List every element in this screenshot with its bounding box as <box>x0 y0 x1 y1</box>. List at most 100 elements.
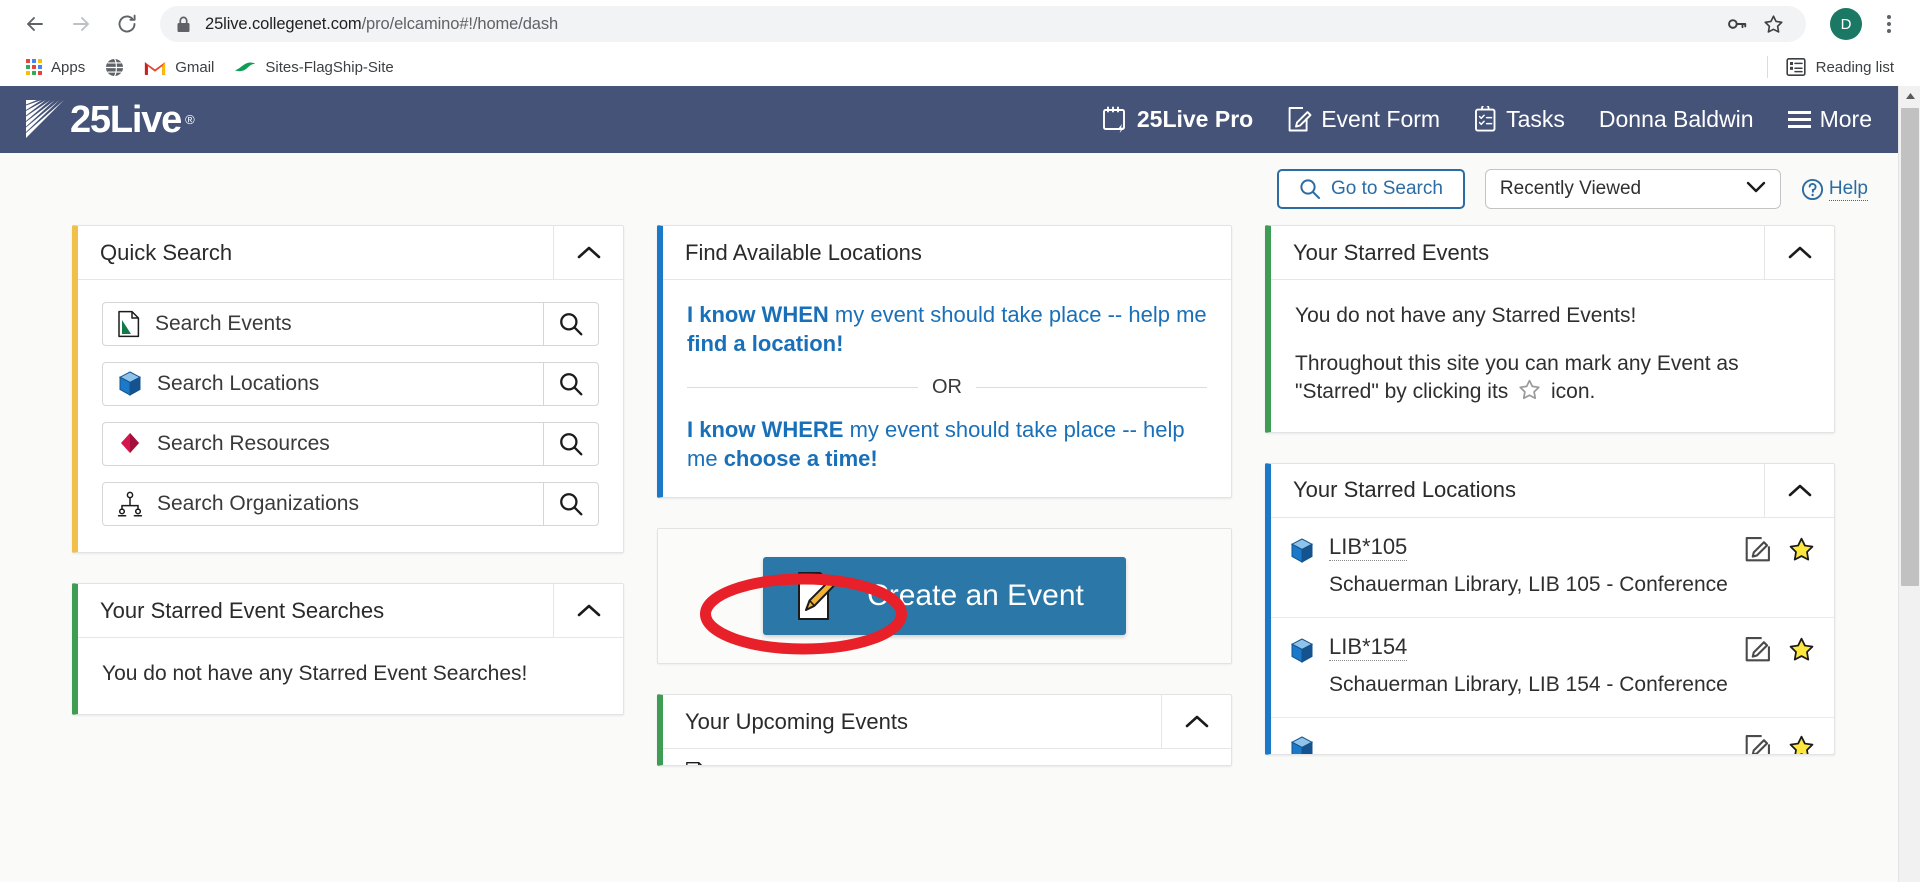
or-rule-left <box>687 387 918 389</box>
starred-event-searches-title: Your Starred Event Searches <box>100 597 385 623</box>
chevron-up-icon <box>1788 484 1811 497</box>
help-link[interactable]: Help <box>1801 178 1868 201</box>
recently-viewed-dropdown[interactable]: Recently Viewed <box>1484 169 1781 209</box>
starred-events-panel: Your Starred Events You do not have any … <box>1265 225 1835 433</box>
nav-item-label: 25Live Pro <box>1136 106 1254 132</box>
or-separator: OR <box>687 376 1207 399</box>
panel-header: Your Upcoming Events <box>663 695 1231 750</box>
quick-search-title: Quick Search <box>100 239 233 265</box>
edit-square-icon[interactable] <box>1744 536 1771 568</box>
option-i-know-where[interactable]: I know WHERE my event should take place … <box>687 415 1207 473</box>
starred-location-actions <box>1744 534 1816 599</box>
app-header: 25Live ® 25Live Pro Event Form Tasks Don… <box>0 86 1898 153</box>
forward-button[interactable] <box>60 3 102 45</box>
search-resources-input[interactable]: Search Resources <box>102 422 543 466</box>
reading-list-icon <box>1786 57 1806 76</box>
search-events-input[interactable]: Search Events <box>102 302 543 346</box>
starred-location-code-link[interactable]: LIB*105 <box>1329 534 1408 562</box>
collapse-toggle-starred-events[interactable] <box>1764 226 1834 279</box>
quick-search-body: Search Events Search Locations Search Re… <box>78 280 623 552</box>
page-scrollbar[interactable] <box>1898 86 1920 882</box>
app-logo[interactable]: 25Live ® <box>20 98 195 142</box>
chevron-down-icon <box>1746 178 1766 200</box>
browser-chrome: 25live.collegenet.com/pro/elcamino#!/hom… <box>0 0 1920 86</box>
find-available-locations-title: Find Available Locations <box>685 239 922 265</box>
sunburst-logo-icon <box>26 99 64 138</box>
starred-location-description: Schauerman Library, LIB 154 - Conference <box>1329 673 1728 697</box>
edit-square-icon[interactable] <box>1744 636 1771 668</box>
starred-location-main: LIB*154 Schauerman Library, LIB 154 - Co… <box>1329 634 1730 699</box>
bookmark-gmail[interactable]: Gmail <box>134 55 224 80</box>
search-organizations-input[interactable]: Search Organizations <box>102 482 543 526</box>
profile-avatar[interactable]: D <box>1830 8 1862 40</box>
create-an-event-button[interactable]: Create an Event <box>763 557 1126 636</box>
chevron-up-icon <box>577 604 600 617</box>
starred-events-body: You do not have any Starred Events! Thro… <box>1271 280 1834 432</box>
starred-location-row: LIB*154 Schauerman Library, LIB 154 - Co… <box>1271 618 1834 718</box>
bookmark-apps[interactable]: Apps <box>16 55 95 80</box>
dashboard-column-right: Your Starred Events You do not have any … <box>1265 225 1835 755</box>
nav-item-25live-pro[interactable]: 25Live Pro <box>1102 106 1253 134</box>
key-icon[interactable] <box>1720 7 1754 41</box>
star-filled-icon[interactable] <box>1787 734 1816 754</box>
go-to-search-button[interactable]: Go to Search <box>1276 169 1465 209</box>
search-locations-button[interactable] <box>543 362 599 406</box>
search-locations-input[interactable]: Search Locations <box>102 362 543 406</box>
toolbar-divider <box>1766 56 1768 78</box>
location-cube-icon <box>118 371 142 396</box>
starred-location-row-partial <box>1271 718 1834 754</box>
bookmark-sites-flagship[interactable]: Sites-FlagShip-Site <box>224 55 403 80</box>
starred-events-title: Your Starred Events <box>1293 239 1490 265</box>
reload-button[interactable] <box>106 3 148 45</box>
panel-header: Find Available Locations <box>663 226 1231 280</box>
bookmark-globe[interactable] <box>95 54 134 81</box>
search-icon <box>560 313 583 336</box>
panel-header: Your Starred Event Searches <box>78 584 623 638</box>
nav-item-more[interactable]: More <box>1787 108 1872 131</box>
bookmark-label: Apps <box>51 58 86 76</box>
collapse-toggle-quick-search[interactable] <box>553 226 623 279</box>
chevron-up-icon <box>1185 715 1208 728</box>
starred-event-searches-body: You do not have any Starred Event Search… <box>78 638 623 714</box>
bookmark-label: Sites-FlagShip-Site <box>265 58 394 76</box>
search-events-button[interactable] <box>543 302 599 346</box>
three-dot-menu-icon[interactable] <box>1872 5 1906 43</box>
nav-item-event-form[interactable]: Event Form <box>1287 106 1440 133</box>
url-host: 25live.collegenet.com <box>205 14 362 33</box>
app-nav: 25Live Pro Event Form Tasks Donna Baldwi… <box>1102 106 1876 134</box>
event-document-icon <box>118 310 140 338</box>
url-text: 25live.collegenet.com/pro/elcamino#!/hom… <box>205 15 558 34</box>
star-filled-icon[interactable] <box>1787 536 1816 569</box>
bookmark-star-icon[interactable] <box>1756 7 1790 41</box>
collapse-toggle-starred-event-searches[interactable] <box>553 584 623 637</box>
organization-tree-icon <box>117 491 143 517</box>
starred-location-main <box>1329 732 1730 754</box>
nav-item-user-menu[interactable]: Donna Baldwin <box>1599 108 1754 131</box>
collapse-toggle-starred-locations[interactable] <box>1764 463 1834 517</box>
starred-location-code-link[interactable]: LIB*154 <box>1329 634 1408 662</box>
star-outline-icon <box>1519 379 1540 399</box>
question-circle-icon <box>1801 178 1823 200</box>
app-logo-text: 25Live <box>70 98 182 141</box>
chevron-up-icon <box>1788 246 1811 259</box>
edit-square-icon[interactable] <box>1744 734 1771 754</box>
panel-header: Quick Search <box>78 226 623 280</box>
collapse-toggle-upcoming-events[interactable] <box>1161 695 1231 749</box>
star-filled-icon[interactable] <box>1787 636 1816 669</box>
browser-toolbar: 25live.collegenet.com/pro/elcamino#!/hom… <box>0 0 1920 48</box>
location-cube-icon <box>1289 534 1315 599</box>
starred-event-searches-empty-message: You do not have any Starred Event Search… <box>102 662 528 685</box>
option-when-lead: I know WHEN <box>687 302 829 327</box>
search-organizations-button[interactable] <box>543 482 599 526</box>
search-resources-button[interactable] <box>543 422 599 466</box>
back-button[interactable] <box>14 3 56 45</box>
reading-list-button[interactable]: Reading list <box>1766 56 1904 78</box>
scrollbar-thumb[interactable] <box>1901 108 1919 586</box>
address-bar[interactable]: 25live.collegenet.com/pro/elcamino#!/hom… <box>160 6 1806 42</box>
create-an-event-label: Create an Event <box>867 579 1084 613</box>
option-i-know-when[interactable]: I know WHEN my event should take place -… <box>687 300 1207 358</box>
location-cube-icon <box>1289 732 1315 754</box>
globe-icon <box>106 58 124 76</box>
scroll-up-arrow-icon[interactable] <box>1899 86 1920 106</box>
nav-item-tasks[interactable]: Tasks <box>1474 106 1565 133</box>
